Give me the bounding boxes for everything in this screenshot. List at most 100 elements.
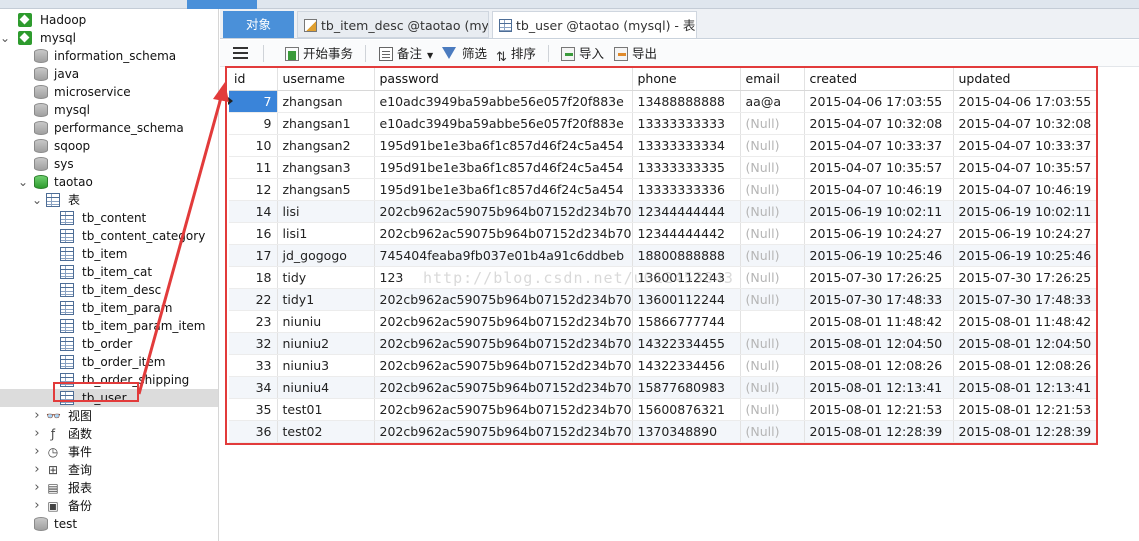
cell-email[interactable]: (Null) <box>740 222 805 245</box>
cell-password[interactable]: e10adc3949ba59abbe56e057f20f883e <box>374 90 633 113</box>
sidebar-item-tb_item_param[interactable]: tb_item_param <box>0 299 218 317</box>
cell-created[interactable]: 2015-08-01 11:48:42 <box>804 310 954 333</box>
cell-username[interactable]: zhangsan2 <box>277 134 375 157</box>
cell-phone[interactable]: 12344444444 <box>632 200 741 223</box>
cell-id[interactable]: 33 <box>229 354 278 377</box>
cell-password[interactable]: 195d91be1e3ba6f1c857d46f24c5a454 <box>374 156 633 179</box>
cell-created[interactable]: 2015-04-06 17:03:55 <box>804 90 954 113</box>
cell-phone[interactable]: 13600112244 <box>632 288 741 311</box>
cell-phone[interactable]: 12344444442 <box>632 222 741 245</box>
table-row[interactable]: 7 zhangsan e10adc3949ba59abbe56e057f20f883… <box>229 90 1098 113</box>
table-row[interactable]: 33 niuniu3 202cb962ac59075b964b07152d234b7… <box>229 354 1098 377</box>
sidebar-item-java[interactable]: java <box>0 65 218 83</box>
cell-updated[interactable]: 2015-06-19 10:24:27 <box>953 222 1098 245</box>
cell-username[interactable]: jd_gogogo <box>277 244 375 267</box>
tab-tb-user[interactable]: tb_user @taotao (mysql) - 表 <box>492 11 697 38</box>
cell-password[interactable]: 745404feaba9fb037e01b4a91c6ddbeb <box>374 244 633 267</box>
cell-id[interactable]: 35 <box>229 398 278 421</box>
cell-email[interactable]: (Null) <box>740 288 805 311</box>
sidebar-item-mysql[interactable]: ⌄ mysql <box>0 29 218 47</box>
cell-phone[interactable]: 13600112243 <box>632 266 741 289</box>
cell-id[interactable]: 32 <box>229 332 278 355</box>
cell-updated[interactable]: 2015-06-19 10:02:11 <box>953 200 1098 223</box>
cell-id[interactable]: 11 <box>229 156 278 179</box>
cell-username[interactable]: lisi1 <box>277 222 375 245</box>
sidebar-item-[interactable]: ⌄ 表 <box>0 191 218 209</box>
cell-phone[interactable]: 1370348890 <box>632 420 741 443</box>
cell-updated[interactable]: 2015-08-01 12:08:26 <box>953 354 1098 377</box>
column-header[interactable]: created <box>804 68 954 91</box>
cell-updated[interactable]: 2015-07-30 17:48:33 <box>953 288 1098 311</box>
data-grid[interactable]: id username password phone email created… <box>229 68 1098 444</box>
cell-created[interactable]: 2015-07-30 17:26:25 <box>804 266 954 289</box>
cell-password[interactable]: 202cb962ac59075b964b07152d234b70 <box>374 332 633 355</box>
cell-id[interactable]: 36 <box>229 420 278 443</box>
sort-button[interactable]: ⇅ 排序 <box>496 40 536 67</box>
sidebar-item-performance_schema[interactable]: performance_schema <box>0 119 218 137</box>
cell-phone[interactable]: 15866777744 <box>632 310 741 333</box>
cell-password[interactable]: e10adc3949ba59abbe56e057f20f883e <box>374 112 633 135</box>
table-row[interactable]: 12 zhangsan5 195d91be1e3ba6f1c857d46f24c5a… <box>229 178 1098 201</box>
cell-id[interactable]: 14 <box>229 200 278 223</box>
chevron-right-icon[interactable]: › <box>32 479 42 497</box>
cell-phone[interactable]: 15877680983 <box>632 376 741 399</box>
column-header[interactable]: username <box>277 68 375 91</box>
column-header[interactable]: email <box>740 68 805 91</box>
sidebar-item-taotao[interactable]: ⌄ taotao <box>0 173 218 191</box>
cell-id[interactable]: 10 <box>229 134 278 157</box>
cell-username[interactable]: zhangsan1 <box>277 112 375 135</box>
cell-email[interactable]: (Null) <box>740 420 805 443</box>
cell-email[interactable]: (Null) <box>740 200 805 223</box>
cell-password[interactable]: 202cb962ac59075b964b07152d234b70 <box>374 200 633 223</box>
cell-username[interactable]: zhangsan3 <box>277 156 375 179</box>
cell-email[interactable]: (Null) <box>740 354 805 377</box>
cell-phone[interactable]: 13333333336 <box>632 178 741 201</box>
sidebar-item-tb_order_item[interactable]: tb_order_item <box>0 353 218 371</box>
cell-phone[interactable]: 14322334455 <box>632 332 741 355</box>
cell-created[interactable]: 2015-08-01 12:08:26 <box>804 354 954 377</box>
cell-password[interactable]: 202cb962ac59075b964b07152d234b70 <box>374 420 633 443</box>
export-button[interactable]: 导出 <box>614 40 657 67</box>
tab-objects[interactable]: 对象 <box>223 11 294 38</box>
cell-username[interactable]: zhangsan5 <box>277 178 375 201</box>
cell-updated[interactable]: 2015-06-19 10:25:46 <box>953 244 1098 267</box>
cell-created[interactable]: 2015-04-07 10:32:08 <box>804 112 954 135</box>
cell-updated[interactable]: 2015-08-01 12:04:50 <box>953 332 1098 355</box>
cell-username[interactable]: niuniu3 <box>277 354 375 377</box>
cell-updated[interactable]: 2015-08-01 12:21:53 <box>953 398 1098 421</box>
table-row[interactable]: 10 zhangsan2 195d91be1e3ba6f1c857d46f24c5a… <box>229 134 1098 157</box>
cell-email[interactable]: (Null) <box>740 134 805 157</box>
cell-password[interactable]: 202cb962ac59075b964b07152d234b70 <box>374 354 633 377</box>
table-row[interactable]: 17 jd_gogogo 745404feaba9fb037e01b4a91c6dd… <box>229 244 1098 267</box>
chevron-right-icon[interactable]: › <box>32 461 42 479</box>
table-row[interactable]: 18 tidy 123 13600112243 (Null) 2015-07-30 17:… <box>229 266 1098 289</box>
cell-username[interactable]: tidy1 <box>277 288 375 311</box>
sidebar-item-sqoop[interactable]: sqoop <box>0 137 218 155</box>
note-button[interactable]: 备注 ▼ <box>379 40 433 67</box>
table-row[interactable]: 23 niuniu 202cb962ac59075b964b07152d234b70… <box>229 310 1098 333</box>
cell-username[interactable]: test02 <box>277 420 375 443</box>
sidebar-item-[interactable]: › 👓 视图 <box>0 407 218 425</box>
cell-email[interactable]: aa@a <box>740 90 805 113</box>
cell-created[interactable]: 2015-06-19 10:24:27 <box>804 222 954 245</box>
cell-username[interactable]: zhangsan <box>277 90 375 113</box>
cell-id[interactable]: 23 <box>229 310 278 333</box>
table-row[interactable]: 35 test01 202cb962ac59075b964b07152d234b70… <box>229 398 1098 421</box>
cell-phone[interactable]: 13333333333 <box>632 112 741 135</box>
cell-updated[interactable]: 2015-08-01 12:13:41 <box>953 376 1098 399</box>
cell-email[interactable]: (Null) <box>740 266 805 289</box>
sidebar-item-Hadoop[interactable]: Hadoop <box>0 11 218 29</box>
chevron-right-icon[interactable]: › <box>32 443 42 461</box>
chevron-down-icon[interactable]: ▼ <box>427 51 433 60</box>
cell-id[interactable]: 22 <box>229 288 278 311</box>
table-row[interactable]: 11 zhangsan3 195d91be1e3ba6f1c857d46f24c5a… <box>229 156 1098 179</box>
chevron-right-icon[interactable]: › <box>32 497 42 515</box>
column-header[interactable]: id <box>229 68 278 91</box>
table-row[interactable]: 9 zhangsan1 e10adc3949ba59abbe56e057f20f88… <box>229 112 1098 135</box>
cell-created[interactable]: 2015-04-07 10:35:57 <box>804 156 954 179</box>
chevron-down-icon[interactable]: ⌄ <box>0 29 10 47</box>
table-row[interactable]: 34 niuniu4 202cb962ac59075b964b07152d234b7… <box>229 376 1098 399</box>
tab-tb-item-desc[interactable]: tb_item_desc @taotao (mys... <box>297 11 489 38</box>
cell-id[interactable]: 34 <box>229 376 278 399</box>
sidebar-item-tb_order[interactable]: tb_order <box>0 335 218 353</box>
